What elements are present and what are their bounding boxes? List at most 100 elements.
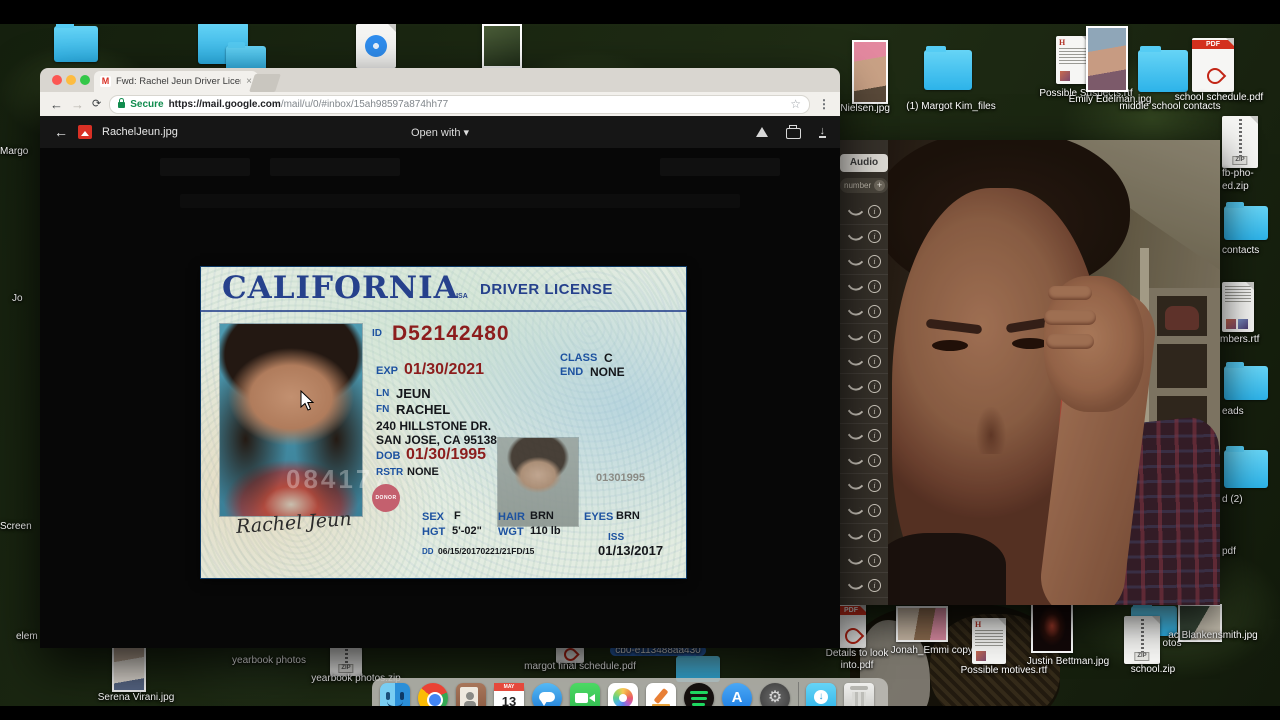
tab-audio[interactable]: Audio [840,154,888,172]
info-icon[interactable]: i [868,554,881,567]
phone-icon[interactable] [848,204,863,219]
minimize-window-button[interactable] [66,75,76,85]
phone-icon[interactable] [848,329,863,344]
info-icon[interactable]: i [868,230,881,243]
desktop-folder[interactable] [1224,450,1268,488]
viewer-back-icon[interactable]: ← [54,124,68,140]
info-icon[interactable]: i [868,355,881,368]
forward-icon[interactable]: → [71,98,84,111]
info-icon[interactable]: i [868,405,881,418]
phone-icon[interactable] [848,279,863,294]
close-window-button[interactable] [52,75,62,85]
desktop-photo-jonah[interactable] [896,606,948,642]
download-icon[interactable]: ↓ [819,126,827,138]
desktop-rtf-numbers[interactable] [1222,282,1254,332]
file-label[interactable]: margot final schedule.pdf [500,661,660,673]
file-label[interactable]: (1) Margot Kim_files [886,101,1016,113]
phone-icon[interactable] [848,453,863,468]
facetime-call-row[interactable]: i [838,200,888,225]
desktop-folder-margot-files[interactable] [924,50,972,90]
zoom-window-button[interactable] [80,75,90,85]
facetime-call-row[interactable]: i [838,300,888,325]
add-contact-button[interactable]: + [874,180,885,191]
phone-icon[interactable] [848,553,863,568]
reload-icon[interactable]: ⟳ [92,99,101,110]
desktop-photo-emily[interactable] [1086,26,1128,92]
file-label[interactable]: eads [1222,406,1280,418]
browser-tab[interactable]: M Fwd: Rachel Jeun Driver Licens × [94,71,258,92]
facetime-call-row[interactable]: i [838,250,888,275]
file-label[interactable]: Justin Bettman.jpg [1008,656,1128,668]
desktop-folder[interactable] [1224,206,1268,240]
facetime-call-row[interactable]: i [838,449,888,474]
file-label[interactable]: fb-pho- [1222,168,1280,180]
desktop-photo-file[interactable] [482,24,522,68]
facetime-call-row[interactable]: i [838,424,888,449]
facetime-call-row[interactable]: i [838,524,888,549]
facetime-video[interactable] [888,140,1220,605]
facetime-call-row[interactable]: i [838,275,888,300]
phone-icon[interactable] [848,478,863,493]
secure-badge[interactable]: Secure [130,99,163,110]
phone-icon[interactable] [848,503,863,518]
phone-icon[interactable] [848,403,863,418]
phone-icon[interactable] [848,254,863,269]
browser-menu-icon[interactable]: ⋮ [818,97,830,111]
file-label[interactable]: ac Blankensmith.jpg [1146,630,1280,642]
info-icon[interactable]: i [868,330,881,343]
phone-icon[interactable] [848,428,863,443]
facetime-call-row[interactable]: i [838,374,888,399]
file-label[interactable]: yearbook photos [224,655,314,667]
file-label[interactable]: into.pdf [826,660,888,672]
facetime-call-row[interactable]: i [838,548,888,573]
desktop-photo-justin[interactable] [1031,603,1073,653]
desktop-folder-middle-school[interactable] [1138,50,1188,92]
info-icon[interactable]: i [868,205,881,218]
file-label[interactable]: d (2) [1222,494,1280,506]
add-to-drive-icon[interactable] [756,127,768,137]
file-label[interactable]: Serena Virani.jpg [66,692,206,704]
file-label[interactable]: contacts [1222,245,1280,257]
file-label[interactable]: Jo [12,293,42,305]
new-tab-button[interactable] [249,74,281,92]
phone-icon[interactable] [848,528,863,543]
desktop-zip-fbphotos[interactable]: ZIP [1222,116,1258,168]
desktop-rtf-motives[interactable]: H [972,618,1006,664]
facetime-search-input[interactable]: number + [840,178,888,193]
desktop-folder[interactable] [1224,366,1268,400]
file-label[interactable]: ed.zip [1222,181,1280,193]
desktop-photo-abigail[interactable] [852,40,888,104]
desktop-pdf-school-schedule[interactable]: PDF [1192,38,1234,92]
facetime-call-row[interactable]: i [838,324,888,349]
file-label[interactable]: mbers.rtf [1220,334,1280,346]
facetime-call-row[interactable]: i [838,499,888,524]
info-icon[interactable]: i [868,429,881,442]
phone-icon[interactable] [848,229,863,244]
desktop-webloc-file[interactable] [356,24,396,68]
info-icon[interactable]: i [868,479,881,492]
info-icon[interactable]: i [868,255,881,268]
desktop-rtf-suspects[interactable]: H [1056,36,1090,84]
phone-icon[interactable] [848,378,863,393]
facetime-call-row[interactable]: i [838,399,888,424]
desktop-photo-serena[interactable] [112,646,146,692]
address-bar[interactable]: Secure https://mail.google.com/mail/u/0/… [109,95,810,114]
file-label[interactable]: pdf [1222,546,1280,558]
facetime-call-row[interactable]: i [838,225,888,250]
facetime-call-row[interactable]: i [838,474,888,499]
open-with-button[interactable]: Open with ▾ [411,126,469,139]
bookmark-star-icon[interactable]: ☆ [790,97,801,111]
back-icon[interactable]: ← [50,98,63,111]
info-icon[interactable]: i [868,454,881,467]
file-label[interactable]: school schedule.pdf [1158,92,1280,104]
info-icon[interactable]: i [868,504,881,517]
info-icon[interactable]: i [868,380,881,393]
phone-icon[interactable] [848,354,863,369]
facetime-call-row[interactable]: i [838,573,888,598]
phone-icon[interactable] [848,304,863,319]
desktop-pdf-details[interactable]: PDF [836,604,866,648]
info-icon[interactable]: i [868,305,881,318]
desktop-folder[interactable] [54,26,98,62]
info-icon[interactable]: i [868,529,881,542]
file-label[interactable]: school.zip [1118,664,1188,676]
